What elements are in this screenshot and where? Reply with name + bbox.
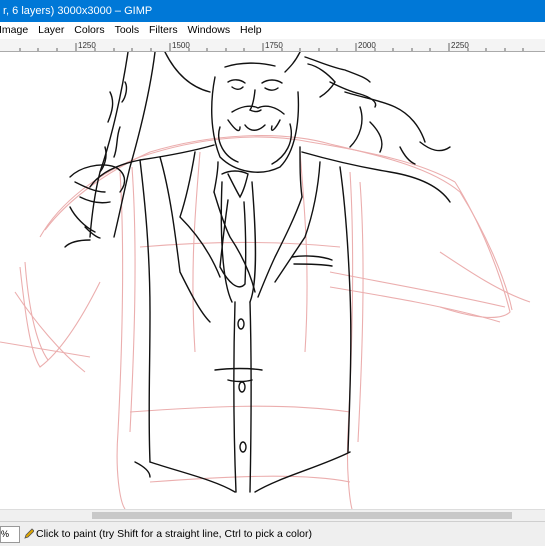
title-bar: r, 6 layers) 3000x3000 – GIMP	[0, 0, 545, 22]
image-canvas[interactable]	[0, 52, 545, 509]
menu-colors[interactable]: Colors	[74, 22, 104, 39]
ruler-label: 1500	[172, 41, 190, 50]
menu-help[interactable]: Help	[240, 22, 262, 39]
menu-image[interactable]: Image	[0, 22, 28, 39]
horizontal-ruler: 1250 1500 1750 2000 2250	[0, 39, 545, 52]
zoom-field[interactable]: %	[0, 526, 20, 543]
window-title: r, 6 layers) 3000x3000 – GIMP	[3, 5, 153, 17]
status-message: Click to paint (try Shift for a straight…	[36, 528, 313, 540]
menu-tools[interactable]: Tools	[115, 22, 140, 39]
ruler-ticks: 1250 1500 1750 2000 2250	[19, 41, 524, 51]
status-bar: % Click to paint (try Shift for a straig…	[0, 521, 545, 546]
sketch-drawing	[0, 52, 531, 509]
pencil-icon	[24, 528, 34, 539]
ruler-label: 2250	[451, 41, 469, 50]
horizontal-scrollbar[interactable]	[0, 509, 545, 521]
ruler-label: 2000	[358, 41, 376, 50]
menu-bar: Image Layer Colors Tools Filters Windows…	[0, 22, 545, 40]
menu-filters[interactable]: Filters	[149, 22, 178, 39]
ruler-label: 1250	[78, 41, 96, 50]
menu-layer[interactable]: Layer	[38, 22, 64, 39]
scrollbar-thumb[interactable]	[92, 512, 512, 519]
menu-windows[interactable]: Windows	[188, 22, 231, 39]
ruler-label: 1750	[265, 41, 283, 50]
